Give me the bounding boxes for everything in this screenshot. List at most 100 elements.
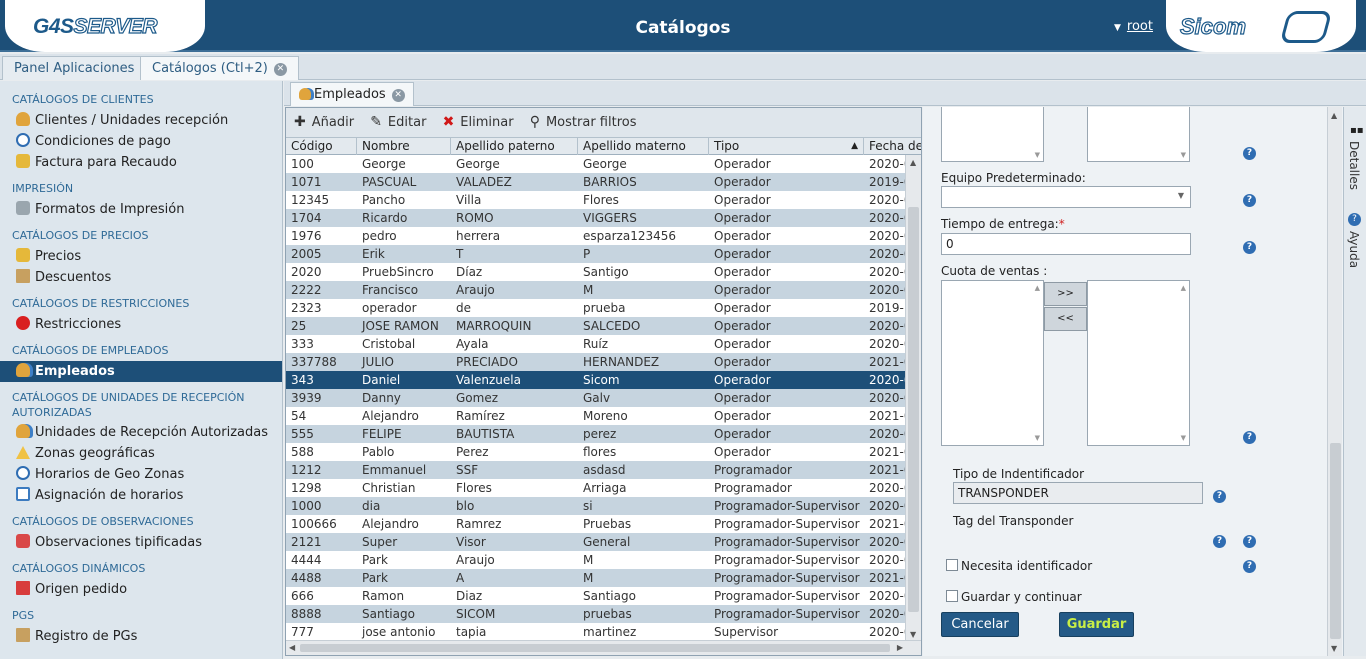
scroll-thumb[interactable] [908,207,919,612]
table-row[interactable]: 1071 PASCUAL VALADEZ BARRIOS Operador 2019-0 [286,173,906,191]
scroll-down-icon[interactable]: ▼ [1331,644,1337,653]
table-row[interactable]: 588 Pablo Perez flores Operador 2021-0 [286,443,906,461]
scroll-thumb[interactable] [1330,443,1341,639]
column-header-apellido-paterno[interactable]: Apellido paterno [451,138,578,155]
column-header-nombre[interactable]: Nombre [357,138,451,155]
help-toggle[interactable]: Ayuda [1347,231,1361,268]
scroll-up-icon[interactable]: ▲ [1331,111,1337,120]
column-header-codigo[interactable]: Código [286,138,357,155]
table-row[interactable]: 25 JOSE RAMON MARROQUIN SALCEDO Operador 2020… [286,317,906,335]
listbox-top-right[interactable]: ▼ [1087,107,1190,162]
scroll-right-icon[interactable]: ▶ [897,643,903,652]
scroll-down-icon[interactable]: ▼ [910,630,916,639]
sidebar-item-registro-pgs[interactable]: Registro de PGs [0,626,282,647]
table-row[interactable]: 337788 JULIO PRECIADO HERNANDEZ Operador 2021… [286,353,906,371]
table-row[interactable]: 1976 pedro herrera esparza123456 Operador 202… [286,227,906,245]
stop-icon [16,316,30,330]
cuota-selected-listbox[interactable]: ▲ ▼ [1087,280,1190,446]
table-row[interactable]: 8888 Santiago SICOM pruebas Programador-Supe… [286,605,906,623]
form-vertical-scrollbar[interactable]: ▲ ▼ [1327,107,1342,656]
sidebar-item-empleados[interactable]: Empleados [0,361,282,382]
table-row[interactable]: 555 FELIPE BAUTISTA perez Operador 2020-0 [286,425,906,443]
sidebar-item-descuentos[interactable]: Descuentos [0,267,282,288]
table-row[interactable]: 100666 Alejandro Ramrez Pruebas Programador-… [286,515,906,533]
sidebar-item-restricciones[interactable]: Restricciones [0,314,282,335]
table-row[interactable]: 100 George George George Operador 2020-0 [286,155,906,173]
sidebar-item-zonas-geograficas[interactable]: Zonas geográficas [0,443,282,464]
sidebar-item-formatos-impresion[interactable]: Formatos de Impresión [0,199,282,220]
cancel-button[interactable]: Cancelar [941,612,1019,637]
user-link[interactable]: root [1127,19,1153,34]
user-menu[interactable]: ▼ root [1114,19,1153,34]
table-row[interactable]: 2005 Erik T P Operador 2020-0 [286,245,906,263]
column-header-fecha[interactable]: Fecha de [864,138,921,155]
close-tab-icon[interactable]: ✕ [273,63,287,76]
listbox-top-left[interactable]: ▼ [941,107,1044,162]
scroll-left-icon[interactable]: ◀ [289,643,295,652]
help-icon[interactable]: ? [1243,194,1256,207]
sidebar-item-precios[interactable]: Precios [0,246,282,267]
help-icon[interactable]: ? [1213,535,1226,548]
add-button[interactable]: ✚ Añadir [294,114,354,130]
grid-horizontal-scrollbar[interactable]: ◀ ▶ [286,640,921,655]
tiempo-input[interactable]: 0 [941,233,1191,255]
table-cell: 2020-0 [869,391,906,405]
table-row[interactable]: 666 Ramon Diaz Santiago Programador-Supervis… [286,587,906,605]
tab-catalogos[interactable]: Catálogos (Ctl+2) ✕ [140,56,299,80]
help-icon[interactable]: ? [1243,535,1256,548]
table-row[interactable]: 4488 Park A M Programador-Supervisor 2021-0 [286,569,906,587]
table-cell: MARROQUIN [456,319,532,333]
table-cell: Operador [714,373,771,387]
table-row[interactable]: 2222 Francisco Araujo M Operador 2020-0 [286,281,906,299]
table-row[interactable]: 2121 Super Visor General Programador-Supervi… [286,533,906,551]
necesita-identificador-checkbox[interactable] [946,559,958,571]
table-row[interactable]: 3939 Danny Gomez Galv Operador 2020-0 [286,389,906,407]
table-cell: Danny [362,391,401,405]
sidebar-item-horarios-geo-zonas[interactable]: Horarios de Geo Zonas [0,464,282,485]
table-row[interactable]: 4444 Park Araujo M Programador-Supervisor 202… [286,551,906,569]
edit-button[interactable]: ✎ Editar [370,114,426,130]
sidebar-item-observaciones[interactable]: Observaciones tipificadas [0,532,282,553]
delete-button[interactable]: ✖ Eliminar [443,114,514,130]
sidebar-item-condiciones-pago[interactable]: Condiciones de pago [0,131,282,152]
table-row[interactable]: 1704 Ricardo ROMO VIGGERS Operador 2020-0 [286,209,906,227]
close-tab-icon[interactable]: ✕ [391,89,405,102]
sidebar-item-asignacion-horarios[interactable]: Asignación de horarios [0,485,282,506]
details-toggle[interactable]: Detalles [1347,141,1361,190]
table-row[interactable]: 1298 Christian Flores Arriaga Programador 202… [286,479,906,497]
table-row[interactable]: 333 Cristobal Ayala Ruíz Operador 2020-0 [286,335,906,353]
table-row[interactable]: 777 jose antonio tapia martinez Supervisor 20… [286,623,906,641]
table-row[interactable]: 1000 dia blo si Programador-Supervisor 2020-0 [286,497,906,515]
sidebar-item-unidades-recepcion[interactable]: Unidades de Recepción Autorizadas [0,422,282,443]
move-left-button[interactable]: << [1044,307,1087,331]
scroll-up-icon[interactable]: ▲ [910,158,916,167]
move-right-button[interactable]: >> [1044,282,1087,306]
table-row[interactable]: 2323 operador de prueba Operador 2019- [286,299,906,317]
save-button[interactable]: Guardar [1059,612,1134,637]
column-header-apellido-materno[interactable]: Apellido materno [578,138,709,155]
column-header-tipo[interactable]: Tipo ▲ [709,138,864,155]
help-icon[interactable]: ? [1213,490,1226,503]
show-filters-button[interactable]: ⚲ Mostrar filtros [530,114,637,130]
table-cell: ROMO [456,211,494,225]
sidebar-item-origen-pedido[interactable]: Origen pedido [0,579,282,600]
scroll-thumb[interactable] [300,644,890,652]
cuota-available-listbox[interactable]: ▲ ▼ [941,280,1044,446]
tab-panel-aplicaciones[interactable]: Panel Aplicaciones [2,56,147,80]
grid-vertical-scrollbar[interactable]: ▲ ▼ [905,155,921,642]
help-icon[interactable]: ? [1243,241,1256,254]
table-row[interactable]: 54 Alejandro Ramírez Moreno Operador 2021-0 [286,407,906,425]
help-icon[interactable]: ? [1243,431,1256,444]
tab-empleados[interactable]: Empleados ✕ [290,82,414,106]
sidebar-item-factura-recaudo[interactable]: Factura para Recaudo [0,152,282,173]
help-icon[interactable]: ? [1243,147,1256,160]
table-cell: Araujo [456,553,495,567]
guardar-continuar-checkbox[interactable] [946,590,958,602]
table-row[interactable]: 343 Daniel Valenzuela Sicom Operador 2020-0 [286,371,906,389]
table-row[interactable]: 12345 Pancho Villa Flores Operador 2020-0 [286,191,906,209]
sidebar-item-clientes[interactable]: Clientes / Unidades recepción [0,110,282,131]
table-row[interactable]: 2020 PruebSincro Díaz Santigo Operador 2020-0 [286,263,906,281]
equipo-select[interactable]: ▼ [941,186,1191,208]
table-row[interactable]: 1212 Emmanuel SSF asdasd Programador 2021-0 [286,461,906,479]
help-icon[interactable]: ? [1243,560,1256,573]
